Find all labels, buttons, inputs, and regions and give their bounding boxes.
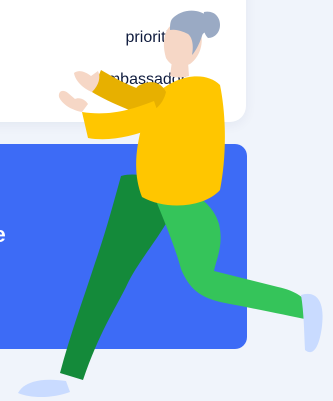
text-card: prioritise mbassador ty. [0, 0, 246, 130]
card-line-2: mbassador [106, 71, 186, 88]
back-shoe [18, 379, 70, 398]
card-line-1: prioritise [125, 29, 186, 46]
highlight-card: ne life [0, 144, 247, 349]
card-line-3: ty. [170, 113, 186, 130]
highlight-heading: life [0, 222, 6, 248]
highlight-small-text: ne [0, 180, 274, 196]
screen: prioritise mbassador ty. ne life [0, 0, 333, 401]
card-text: prioritise mbassador ty. [0, 6, 186, 153]
front-shoe [301, 293, 323, 353]
